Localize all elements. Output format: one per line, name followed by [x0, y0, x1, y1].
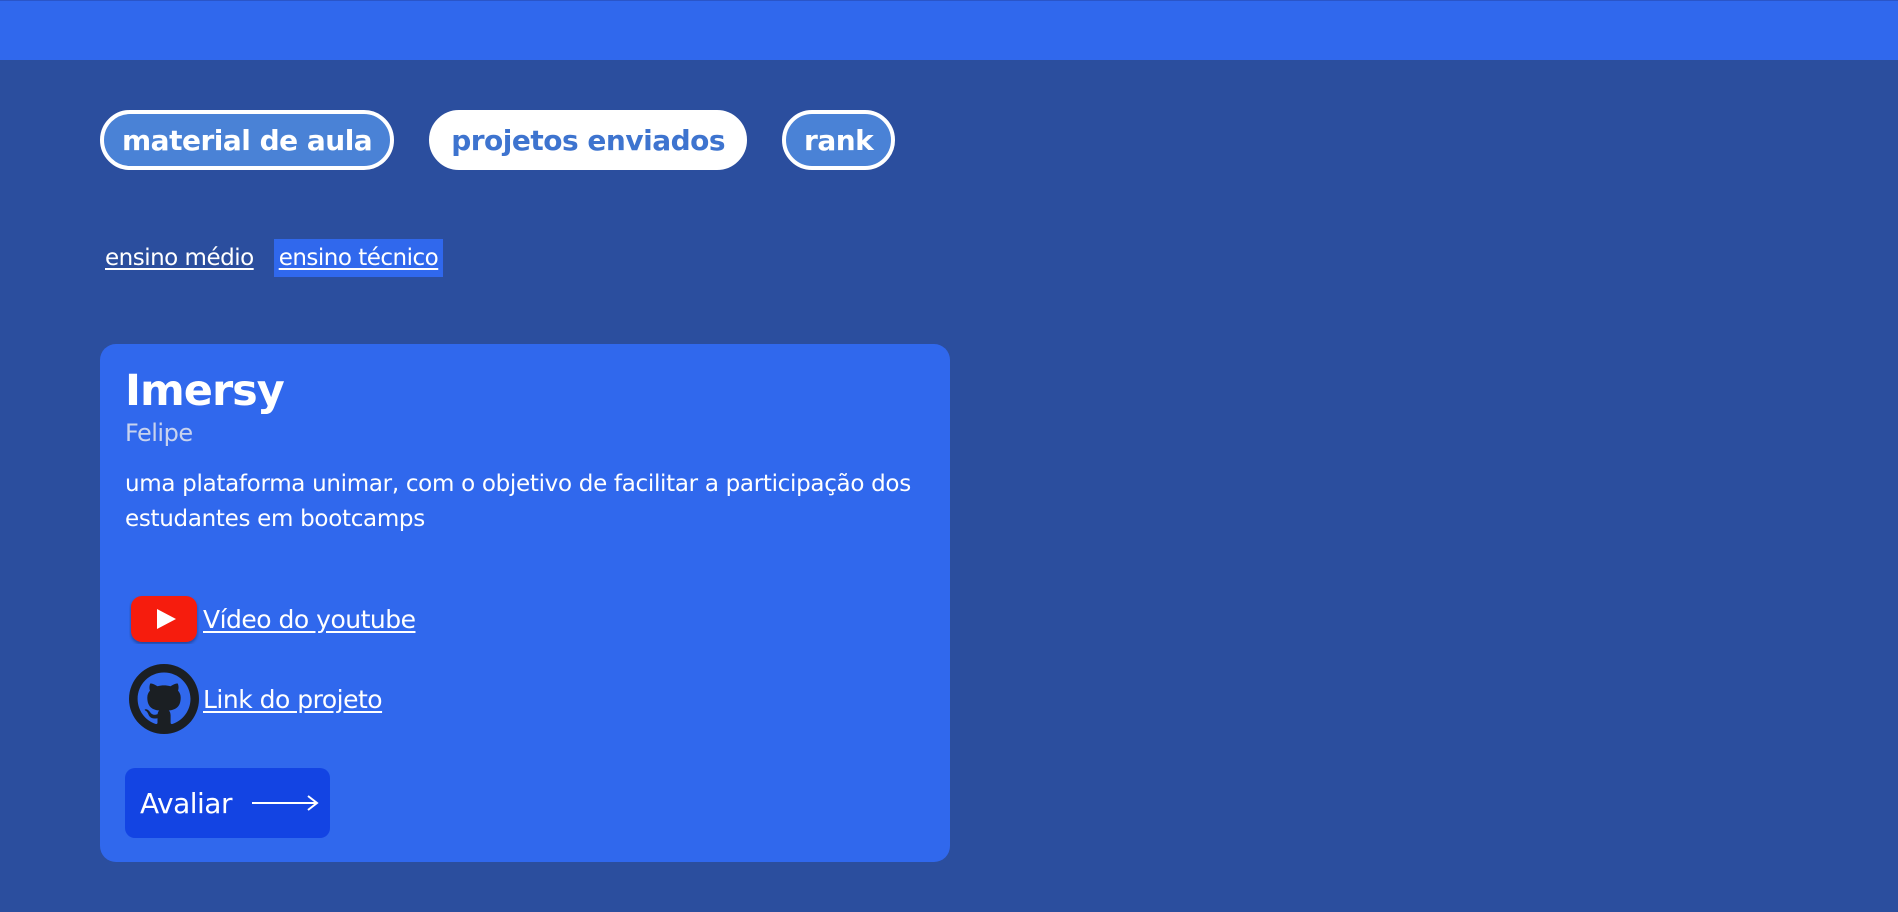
arrow-right-icon	[251, 795, 319, 811]
level-ensino-medio[interactable]: ensino médio	[100, 239, 259, 277]
github-link-row: Link do projeto	[129, 664, 383, 734]
github-icon[interactable]	[129, 664, 199, 734]
rate-button[interactable]: Avaliar	[125, 768, 330, 838]
level-filter: ensino médio ensino técnico	[100, 239, 444, 277]
project-description: uma plataforma unimar, com o objetivo de…	[125, 471, 911, 532]
project-repo-link[interactable]: Link do projeto	[203, 685, 383, 714]
tab-rank[interactable]: rank	[782, 110, 896, 170]
rate-button-label: Avaliar	[140, 786, 232, 820]
tab-projetos-enviados[interactable]: projetos enviados	[429, 110, 748, 170]
level-ensino-tecnico[interactable]: ensino técnico	[273, 239, 444, 277]
youtube-link-row: Vídeo do youtube	[129, 594, 416, 644]
youtube-icon[interactable]	[129, 594, 199, 644]
main-tabs: material de aula projetos enviados rank	[100, 110, 896, 170]
tab-material-de-aula[interactable]: material de aula	[100, 110, 395, 170]
top-bar	[0, 0, 1898, 60]
project-title: Imersy	[125, 366, 285, 416]
project-author: Felipe	[125, 419, 193, 447]
project-card: Imersy Felipe uma plataforma unimar, com…	[100, 344, 950, 862]
youtube-video-link[interactable]: Vídeo do youtube	[203, 605, 416, 634]
